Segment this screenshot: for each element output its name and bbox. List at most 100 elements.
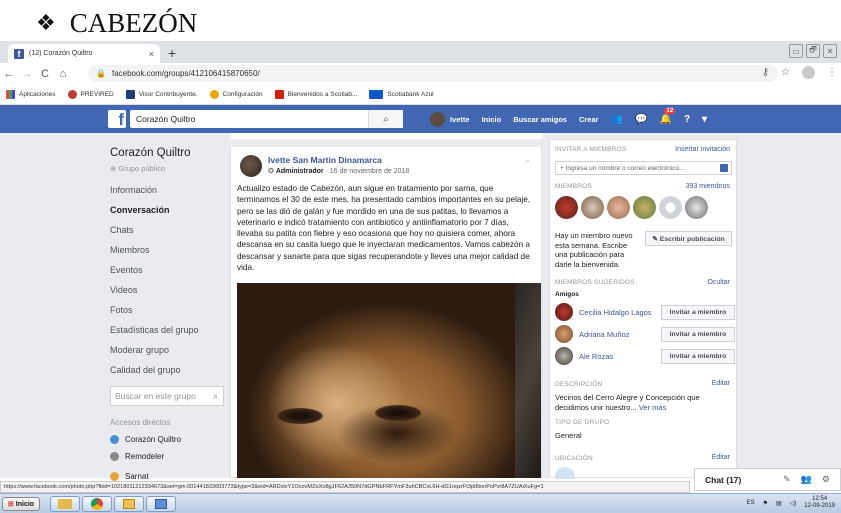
find-friends-link[interactable]: Buscar amigos	[513, 115, 567, 124]
avatar[interactable]	[685, 196, 708, 219]
nav-informacion[interactable]: Información	[110, 180, 226, 200]
nav-estadisticas[interactable]: Estadísticas del grupo	[110, 320, 226, 340]
nav-eventos[interactable]: Eventos	[110, 260, 226, 280]
shortcut-corazon-quiltro[interactable]: Corazón Quiltro	[110, 435, 181, 444]
avatar[interactable]	[607, 196, 630, 219]
suggested-name[interactable]: Ale Rozas	[579, 352, 661, 361]
group-title[interactable]: Corazón Quiltro	[110, 147, 191, 159]
profile-avatar[interactable]	[802, 66, 815, 79]
nav-calidad[interactable]: Calidad del grupo	[110, 360, 226, 380]
compose-message-icon[interactable]: ✎	[783, 474, 791, 485]
profile-link[interactable]: Ivette	[430, 111, 470, 127]
invite-input[interactable]: + Ingresa un nombre o correo electrónico…	[555, 161, 732, 175]
nav-videos[interactable]: Videos	[110, 280, 226, 300]
post-options-chevron-icon[interactable]: ⌄	[524, 155, 531, 164]
network-icon[interactable]: ▤	[776, 500, 782, 507]
menu-dots-icon[interactable]: ⋮	[827, 67, 837, 78]
close-window-button[interactable]: ✕	[823, 44, 837, 58]
post-photo[interactable]	[237, 283, 541, 478]
address-bar[interactable]: 🔒 facebook.com/groups/412106415870650/	[88, 65, 778, 82]
shortcut-remodeler[interactable]: Remodeler	[110, 452, 164, 461]
taskbar-chrome[interactable]	[82, 496, 112, 512]
search-icon[interactable]: ⌕	[368, 110, 403, 128]
facebook-search-input[interactable]: Corazón Quiltro ⌕	[130, 110, 403, 128]
facebook-logo-icon[interactable]: f	[108, 110, 126, 128]
avatar[interactable]	[555, 325, 573, 343]
tray-flag-icon[interactable]: ⚑	[763, 500, 768, 507]
key-icon[interactable]: ⚷	[762, 67, 769, 78]
bookmark-visor[interactable]: Visor Contribuyente.	[125, 90, 198, 99]
invite-member-button[interactable]: Invitar a miembro	[661, 348, 735, 364]
avatar[interactable]	[659, 196, 682, 219]
write-post-button[interactable]: ✎ Escribir publicación	[645, 231, 732, 246]
nav-moderar[interactable]: Moderar grupo	[110, 340, 226, 360]
restore-button[interactable]: 🗗	[806, 44, 820, 58]
home-link[interactable]: Inicio	[482, 115, 502, 124]
contact-card-icon[interactable]	[720, 164, 728, 172]
friend-requests-icon[interactable]: 👥	[611, 114, 623, 125]
members-count-link[interactable]: 393 miembros	[686, 183, 730, 190]
see-more-link[interactable]: Ver más	[639, 403, 667, 412]
home-icon[interactable]: ⌂	[54, 68, 72, 80]
author-name[interactable]: Ivette San Martin Dinamarca	[268, 155, 382, 165]
bookmark-previred[interactable]: PREVIRED	[67, 90, 114, 99]
new-group-icon[interactable]: 👥	[801, 474, 812, 485]
bookmark-scotiabank[interactable]: Bienvenidos a Scotiab...	[274, 90, 357, 99]
embed-invite-link[interactable]: Insertar invitación	[675, 146, 730, 153]
create-link[interactable]: Crear	[579, 115, 599, 124]
apps-grid-icon	[6, 90, 15, 99]
nav-miembros[interactable]: Miembros	[110, 240, 226, 260]
post-text: Actualizo estado de Cabezón, aun sigue e…	[237, 184, 531, 273]
bookmark-apps[interactable]: Aplicaciones	[6, 90, 56, 99]
close-tab-icon[interactable]: ×	[149, 49, 154, 59]
taskbar-image-viewer[interactable]	[146, 496, 176, 512]
account-menu-icon[interactable]: ▾	[702, 114, 707, 125]
hide-suggested-link[interactable]: Ocultar	[707, 279, 730, 286]
edit-description-link[interactable]: Editar	[712, 380, 730, 387]
author-avatar[interactable]	[240, 155, 262, 177]
group-search-input[interactable]: Buscar en este grupo ⌕	[110, 386, 224, 406]
nav-chats[interactable]: Chats	[110, 220, 226, 240]
chat-bar[interactable]: Chat (17) ✎ 👥 ⚙	[694, 468, 841, 491]
back-icon[interactable]: ←	[0, 68, 18, 80]
messenger-icon[interactable]: 💬	[635, 114, 647, 125]
bookmark-scotiabank-azul[interactable]: Scotiabank Azul	[369, 90, 434, 99]
document-heading: ❖ CABEZÓN	[36, 4, 197, 42]
bookmarks-bar: Aplicaciones PREVIRED Visor Contribuyent…	[0, 85, 841, 105]
invite-member-button[interactable]: Invitar a miembro	[661, 304, 735, 320]
help-icon[interactable]: ?	[684, 114, 690, 125]
clock[interactable]: 12:54 12-09-2019	[804, 496, 835, 510]
post-date[interactable]: 16 de noviembre de 2018	[330, 168, 409, 175]
volume-icon[interactable]: ◁)	[790, 500, 797, 507]
invite-member-button[interactable]: Invitar a miembro	[661, 326, 735, 342]
nav-conversacion[interactable]: Conversación	[110, 200, 226, 220]
heading-text: CABEZÓN	[69, 7, 198, 38]
avatar[interactable]	[581, 196, 604, 219]
avatar[interactable]	[555, 347, 573, 365]
reload-icon[interactable]: C	[36, 68, 54, 80]
notifications-icon[interactable]: 🔔 12	[659, 107, 676, 125]
new-tab-button[interactable]: +	[168, 45, 176, 61]
suggested-name[interactable]: Adriana Muñoz	[579, 330, 661, 339]
edit-location-link[interactable]: Editar	[712, 454, 730, 461]
suggested-heading: Miembros sugeridos	[555, 279, 635, 286]
forward-icon[interactable]: →	[18, 68, 36, 80]
star-icon[interactable]: ☆	[781, 67, 790, 78]
nav-fotos[interactable]: Fotos	[110, 300, 226, 320]
browser-tab[interactable]: f (12) Corazón Quiltro ×	[8, 44, 160, 63]
language-indicator[interactable]: ES	[747, 500, 755, 506]
heading-bullet: ❖	[36, 10, 56, 35]
avatar[interactable]	[555, 303, 573, 321]
gear-icon[interactable]: ⚙	[822, 474, 830, 485]
start-button[interactable]: ⊞ Inicio	[2, 497, 40, 511]
bookmark-configuracion[interactable]: Configuración	[209, 90, 263, 99]
shortcut-sarnat[interactable]: Sarnat	[110, 472, 149, 481]
minimize-button[interactable]: ▭	[789, 44, 803, 58]
taskbar-explorer[interactable]	[50, 496, 80, 512]
taskbar-paint[interactable]	[114, 496, 144, 512]
location-map-thumbnail[interactable]	[555, 467, 575, 479]
avatar[interactable]	[555, 196, 578, 219]
suggested-name[interactable]: Cecilia Hidalgo Lagos	[579, 308, 661, 317]
avatar[interactable]	[633, 196, 656, 219]
search-icon[interactable]: ⌕	[213, 391, 218, 402]
